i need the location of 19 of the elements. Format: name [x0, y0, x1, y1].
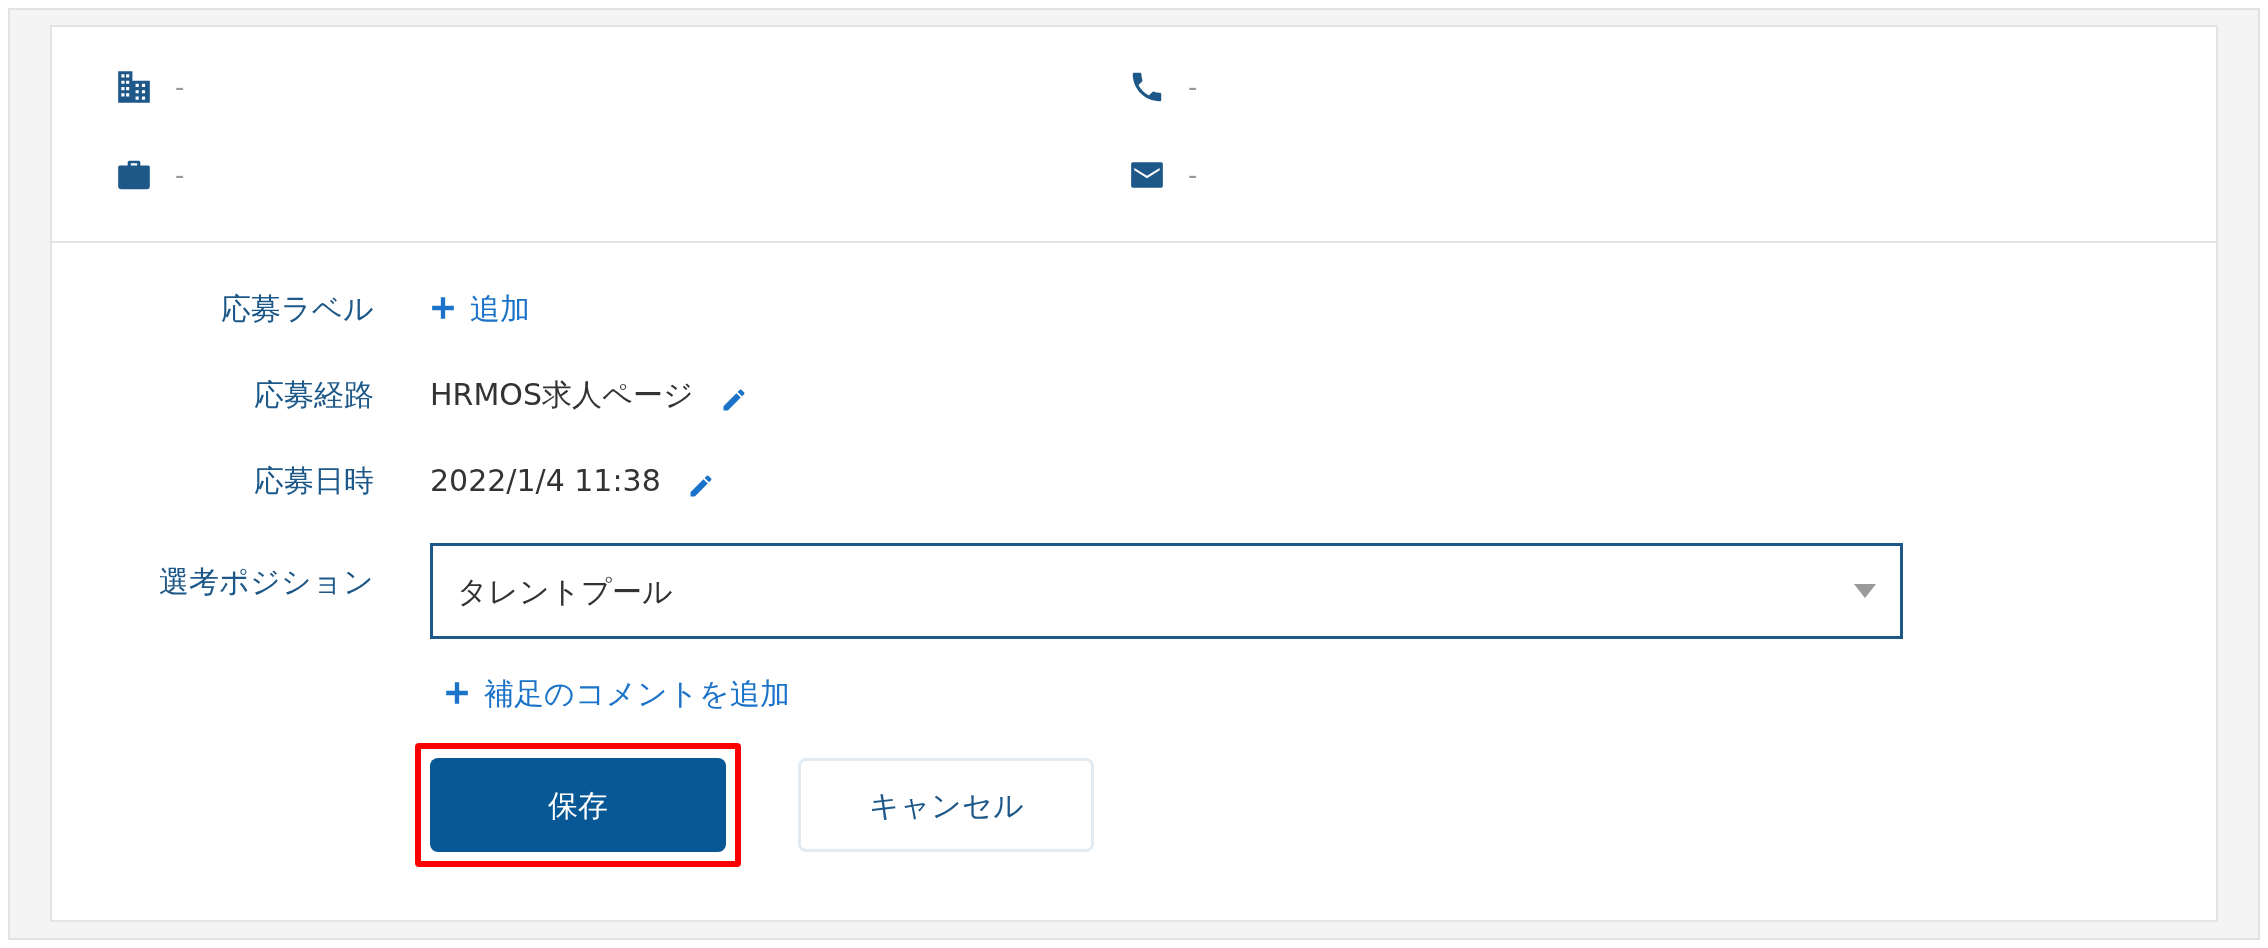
contact-value: - [175, 158, 185, 192]
field-value: HRMOS求人ページ [430, 376, 694, 412]
field-value: 2022/1/4 11:38 [430, 462, 661, 498]
contact-value: - [175, 70, 185, 104]
field-label: 応募日時 [254, 462, 374, 498]
contact-value: - [1188, 70, 1198, 104]
save-button[interactable]: 保存 [430, 758, 726, 852]
contact-value: - [1188, 158, 1198, 192]
add-link[interactable]: 追加 [430, 285, 530, 331]
add-comment-link[interactable]: 補足のコメントを追加 [444, 670, 790, 716]
plus-icon [444, 680, 470, 706]
field-label: 応募ラベル [221, 290, 374, 326]
plus-icon [430, 295, 456, 321]
dropdown-caret-icon [1854, 584, 1876, 598]
position-select[interactable]: タレントプール [430, 543, 1903, 639]
building-icon [115, 68, 153, 106]
cancel-button[interactable]: キャンセル [798, 758, 1094, 852]
field-label: 選考ポジション [159, 563, 374, 599]
field-label: 応募経路 [254, 376, 374, 412]
